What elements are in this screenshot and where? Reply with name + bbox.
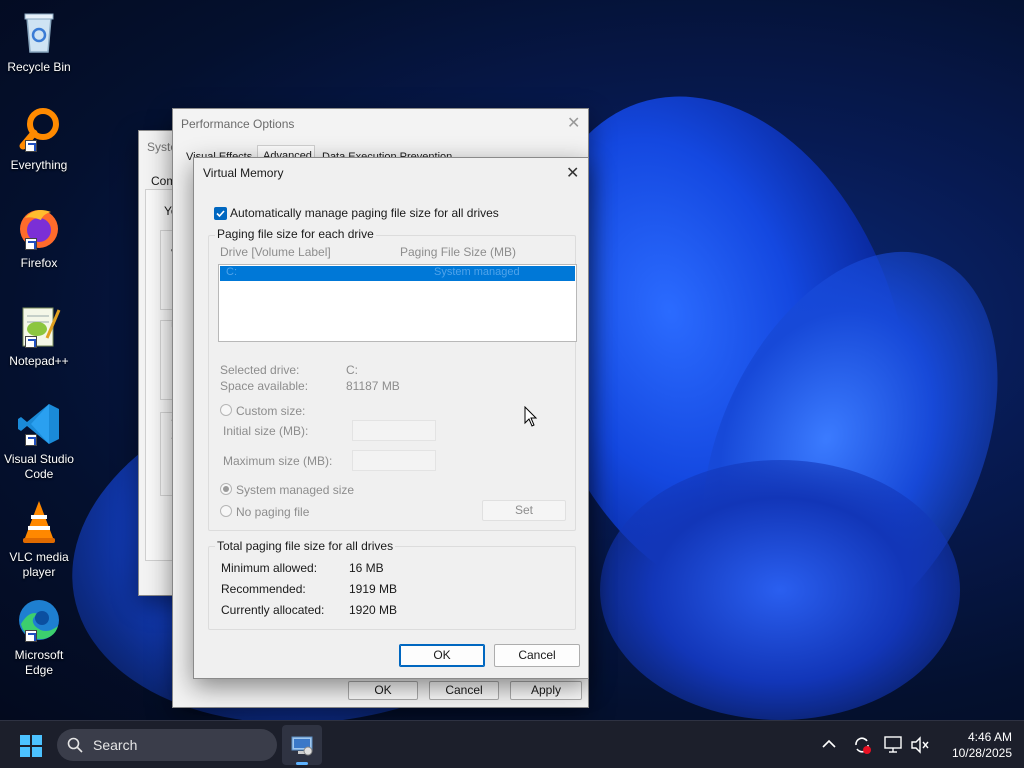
sync-alert-icon[interactable]: [852, 735, 872, 755]
recycle-bin-icon: [15, 8, 63, 56]
desktop-icon-label: Microsoft Edge: [14, 648, 64, 677]
desktop-icon-label: Notepad++: [9, 354, 69, 368]
cancel-button[interactable]: Cancel: [429, 681, 499, 700]
drive-letter: C:: [226, 266, 237, 278]
vscode-icon: [15, 400, 63, 448]
desktop-icon-label: Visual Studio Code: [4, 452, 74, 481]
close-icon[interactable]: ✕: [567, 113, 580, 133]
selected-drive-value: C:: [346, 363, 358, 377]
group-title: Total paging file size for all drives: [215, 539, 396, 553]
search-icon: [67, 737, 83, 753]
drive-list[interactable]: C: System managed: [218, 264, 577, 342]
system-managed-label[interactable]: System managed size: [236, 483, 354, 497]
search-placeholder: Search: [93, 737, 138, 753]
desktop-icon-notepadpp[interactable]: Notepad++: [2, 302, 76, 369]
desktop-icon-edge[interactable]: Microsoft Edge: [2, 596, 76, 678]
recommended-label: Recommended:: [221, 582, 306, 596]
cancel-button[interactable]: Cancel: [494, 644, 580, 667]
desktop-icon-vlc[interactable]: VLC media player: [2, 498, 76, 580]
checkmark-icon: [216, 210, 225, 218]
close-icon[interactable]: ✕: [566, 163, 579, 183]
desktop-icon-firefox[interactable]: Firefox: [2, 204, 76, 271]
column-header-size: Paging File Size (MB): [400, 245, 517, 259]
volume-muted-icon[interactable]: [910, 736, 930, 754]
active-app-indicator: [296, 762, 308, 765]
maximum-size-label: Maximum size (MB):: [223, 454, 333, 468]
space-available-value: 81187 MB: [346, 379, 400, 393]
edge-icon: [15, 596, 63, 644]
window-title: Performance Options: [181, 117, 295, 131]
clock[interactable]: 4:46 AM 10/28/2025: [940, 729, 1012, 761]
allocated-value: 1920 MB: [349, 603, 398, 617]
desktop-icon-recycle-bin[interactable]: Recycle Bin: [2, 8, 76, 75]
dialog-title: Virtual Memory: [203, 166, 284, 180]
taskbar: Search 4:46 AM 10/28/2025: [0, 720, 1024, 768]
auto-manage-label[interactable]: Automatically manage paging file size fo…: [230, 206, 499, 220]
min-allowed-label: Minimum allowed:: [221, 561, 318, 575]
allocated-label: Currently allocated:: [221, 603, 325, 617]
vlc-icon: [15, 498, 63, 546]
clock-date: 10/28/2025: [951, 746, 1012, 760]
shortcut-arrow-icon: [25, 140, 37, 152]
desktop-icon-vscode[interactable]: Visual Studio Code: [2, 400, 76, 482]
auto-manage-checkbox[interactable]: [214, 207, 227, 220]
desktop-icon-label: VLC media player: [9, 550, 69, 579]
custom-size-label[interactable]: Custom size:: [236, 404, 305, 418]
ok-button[interactable]: OK: [348, 681, 418, 700]
drive-row[interactable]: C: System managed: [220, 266, 575, 281]
desktop-icon-label: Everything: [10, 158, 68, 172]
set-button[interactable]: Set: [482, 500, 566, 521]
ok-button[interactable]: OK: [399, 644, 485, 667]
clock-time: 4:46 AM: [967, 730, 1012, 744]
shortcut-arrow-icon: [25, 434, 37, 446]
shortcut-arrow-icon: [25, 630, 37, 642]
firefox-icon: [15, 204, 63, 252]
initial-size-input[interactable]: [352, 420, 436, 441]
start-button[interactable]: [20, 735, 42, 757]
shortcut-arrow-icon: [25, 336, 37, 348]
everything-search-icon: [15, 106, 63, 154]
taskbar-search-box[interactable]: Search: [57, 729, 277, 761]
desktop-icon-everything[interactable]: Everything: [2, 106, 76, 173]
maximum-size-input[interactable]: [352, 450, 436, 471]
system-properties-icon: [291, 736, 313, 756]
taskbar-app-system-properties[interactable]: [282, 725, 322, 765]
no-paging-label[interactable]: No paging file: [236, 505, 309, 519]
column-header-drive: Drive [Volume Label]: [220, 245, 331, 259]
desktop-icon-label: Firefox: [20, 256, 58, 270]
mouse-cursor-icon: [524, 405, 538, 431]
notepad-plus-plus-icon: [15, 302, 63, 350]
group-title: Paging file size for each drive: [215, 227, 376, 241]
desktop-icon-label: Recycle Bin: [7, 60, 71, 74]
apply-button[interactable]: Apply: [510, 681, 582, 700]
no-paging-radio[interactable]: [220, 505, 232, 517]
space-available-label: Space available:: [220, 379, 309, 393]
custom-size-radio[interactable]: [220, 404, 232, 416]
network-icon[interactable]: [884, 736, 904, 754]
selected-drive-label: Selected drive:: [220, 363, 300, 377]
windows-logo-icon: [20, 735, 42, 757]
initial-size-label: Initial size (MB):: [223, 424, 309, 438]
system-managed-radio[interactable]: [220, 483, 232, 495]
drive-size: System managed: [434, 266, 520, 278]
wallpaper-bloom: [600, 460, 960, 720]
chevron-up-icon[interactable]: [822, 739, 836, 749]
min-allowed-value: 16 MB: [349, 561, 384, 575]
recommended-value: 1919 MB: [349, 582, 398, 596]
shortcut-arrow-icon: [25, 238, 37, 250]
